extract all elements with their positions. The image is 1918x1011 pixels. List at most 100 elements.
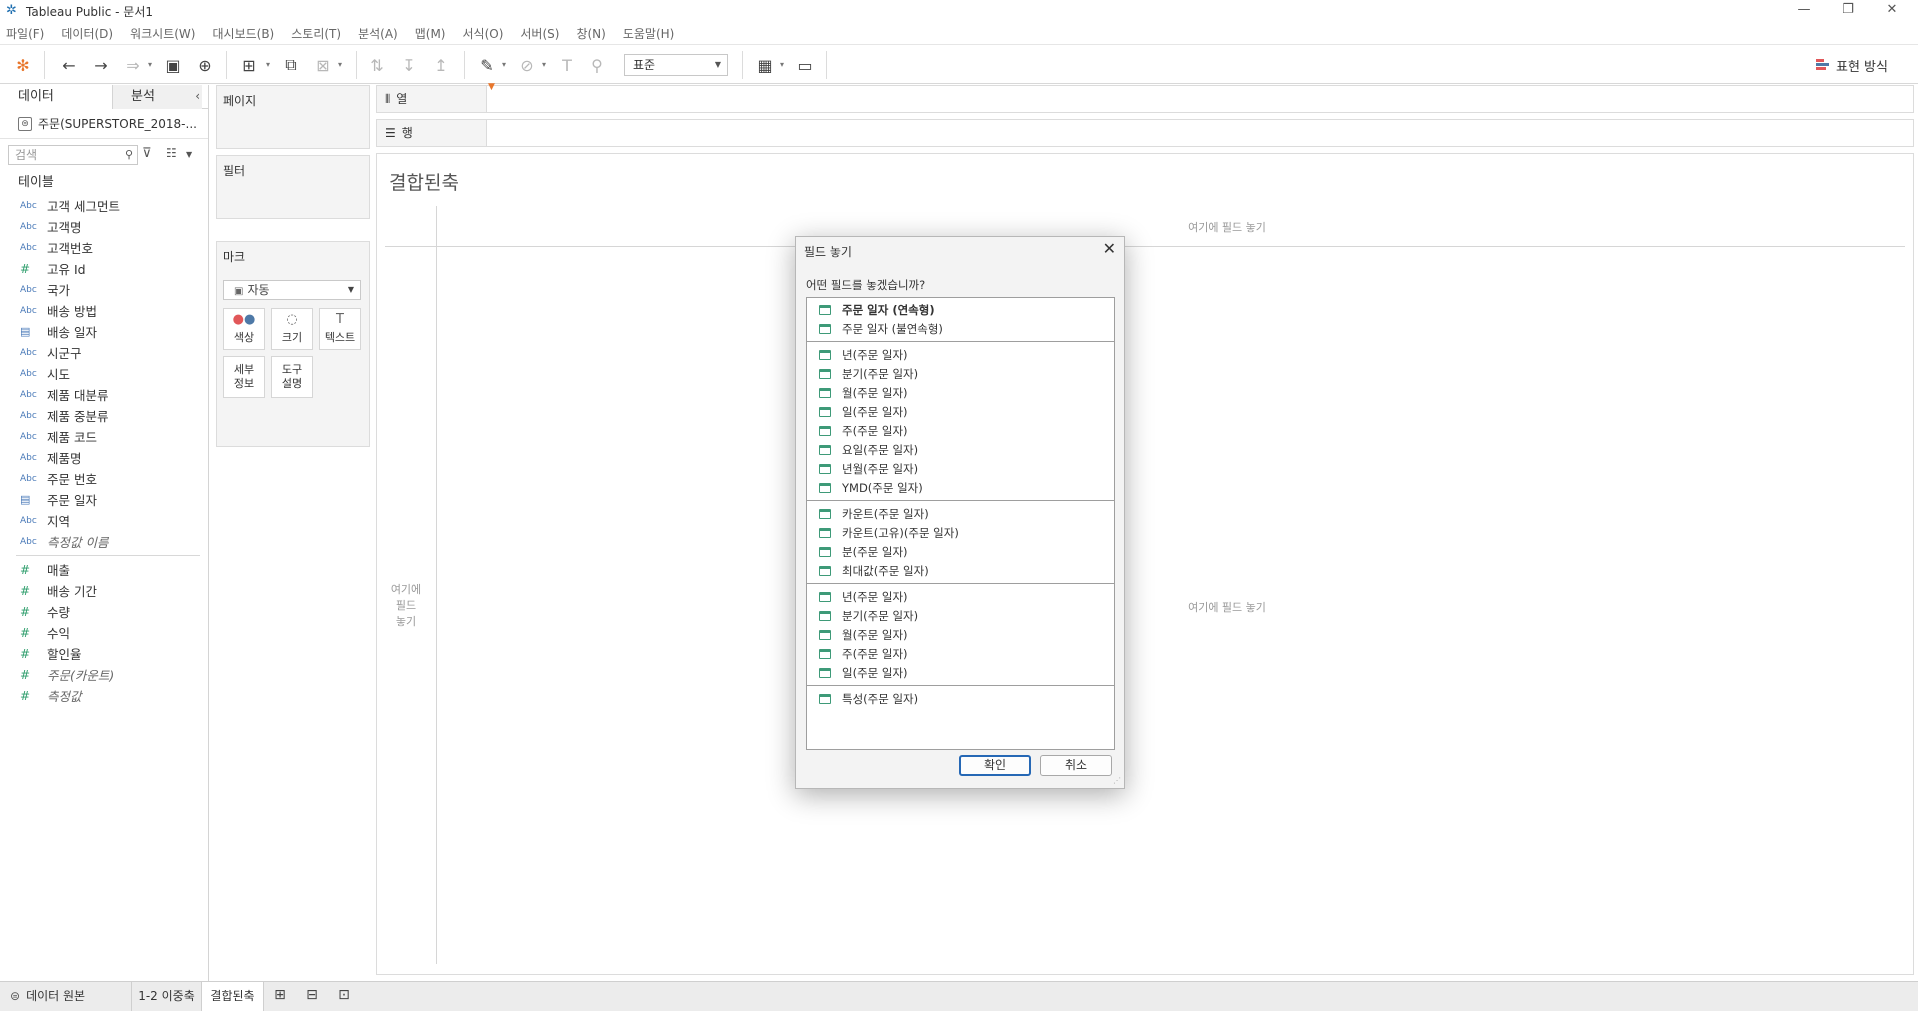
list-view-icon[interactable]: ☷ [166,146,177,160]
menu-worksheet[interactable]: 워크시트(W) [130,25,195,42]
resize-grip-icon[interactable]: ⋰ [1113,776,1121,785]
field-item[interactable]: Abc 측정값 이름 [0,531,208,552]
field-option[interactable]: 분(주문 일자) [807,542,1114,561]
text-button[interactable]: T 텍스트 [319,308,361,350]
field-item[interactable]: Abc 고객번호 [0,237,208,258]
new-story-icon[interactable]: ⊡ [334,987,354,1005]
worksheet-view[interactable]: 결합된축 여기에 필드 놓기 여기에 필드 놓기 여기에 필드 놓기 [376,153,1914,975]
datasource-item[interactable]: ⊜ 주문(SUPERSTORE_2018-... [0,109,208,139]
tab-sheet-dual-axis[interactable]: 1-2 이중축 [132,982,202,1011]
fix-axes-icon[interactable]: ⚲ [584,52,610,78]
field-item[interactable]: Abc 고객명 [0,216,208,237]
highlight-icon[interactable]: ✎ [474,52,500,78]
field-option[interactable]: 일(주문 일자) [807,663,1114,682]
field-item[interactable]: Abc 지역 [0,510,208,531]
field-option[interactable]: 년(주문 일자) [807,587,1114,606]
field-item[interactable]: Abc 시군구 [0,342,208,363]
duplicate-sheet-icon[interactable]: ⧉ [278,52,304,78]
menu-analysis[interactable]: 분석(A) [358,25,398,42]
detail-button[interactable]: 세부 정보 [223,356,265,398]
field-item[interactable]: Abc 제품 코드 [0,426,208,447]
tab-data-source[interactable]: ⊜ 데이터 원본 [0,982,132,1011]
menu-map[interactable]: 맵(M) [415,25,446,42]
menu-window[interactable]: 창(N) [576,25,605,42]
save-icon[interactable]: ▣ [160,52,186,78]
field-option[interactable]: 일(주문 일자) [807,402,1114,421]
fit-select[interactable]: 표준 ▼ [624,54,728,76]
clear-sheet-icon[interactable]: ⊠ [310,52,336,78]
menu-help[interactable]: 도움말(H) [623,25,675,42]
menu-dashboard[interactable]: 대시보드(B) [212,25,274,42]
new-dashboard-icon[interactable]: ⊟ [302,987,322,1005]
field-option[interactable]: 주문 일자 (불연속형) [807,319,1114,338]
tableau-home-icon[interactable]: ✻ [10,52,36,78]
field-item[interactable]: # 수량 [0,601,208,622]
undo-icon[interactable]: ← [56,52,82,78]
close-window-button[interactable]: ✕ [1870,0,1914,22]
mark-type-select[interactable]: ▣ 자동 ▼ [223,280,361,300]
new-datasource-icon[interactable]: ⊕ [192,52,218,78]
menu-file[interactable]: 파일(F) [6,25,44,42]
color-button[interactable]: ●● 색상 [223,308,265,350]
field-option[interactable]: 최대값(주문 일자) [807,561,1114,580]
field-item[interactable]: # 배송 기간 [0,580,208,601]
show-me-button[interactable]: 표현 방식 [1816,54,1888,76]
tab-sheet-combined-axis[interactable]: 결합된축 [202,982,264,1011]
field-option[interactable]: 월(주문 일자) [807,625,1114,644]
filters-card[interactable]: 필터 [216,155,370,219]
field-item[interactable]: # 측정값 [0,685,208,706]
field-option[interactable]: YMD(주문 일자) [807,478,1114,497]
size-button[interactable]: ◌ 크기 [271,308,313,350]
replay-icon[interactable]: ⇒ [120,52,146,78]
field-item[interactable]: Abc 제품 중분류 [0,405,208,426]
filter-icon[interactable]: ⊽ [142,146,152,161]
field-option[interactable]: 년월(주문 일자) [807,459,1114,478]
tab-data[interactable]: 데이터 [0,85,112,109]
field-option[interactable]: 특성(주문 일자) [807,689,1114,708]
redo-icon[interactable]: → [88,52,114,78]
swap-rows-columns-icon[interactable]: ⇅ [364,52,390,78]
field-item[interactable]: Abc 시도 [0,363,208,384]
presentation-mode-icon[interactable]: ▭ [792,52,818,78]
field-item[interactable]: ▤ 배송 일자 [0,321,208,342]
sheet-title[interactable]: 결합된축 [389,168,459,195]
field-option[interactable]: 요일(주문 일자) [807,440,1114,459]
group-members-icon[interactable]: ⊘ [514,52,540,78]
field-item[interactable]: Abc 제품 대분류 [0,384,208,405]
search-input[interactable]: 검색 ⚲ [8,145,138,165]
field-option[interactable]: 주(주문 일자) [807,421,1114,440]
field-item[interactable]: # 고유 Id [0,258,208,279]
tab-analysis[interactable]: 분석 [112,85,202,109]
menu-story[interactable]: 스토리(T) [291,25,341,42]
field-item[interactable]: # 할인율 [0,643,208,664]
sort-descending-icon[interactable]: ↥ [428,52,454,78]
columns-drop-area[interactable] [487,86,1913,112]
chevron-down-icon[interactable]: ▼ [186,150,192,159]
field-item[interactable]: Abc 배송 방법 [0,300,208,321]
new-worksheet-icon[interactable]: ⊞ [270,987,290,1005]
menu-server[interactable]: 서버(S) [520,25,559,42]
field-item[interactable]: # 수익 [0,622,208,643]
drop-field-top-hint[interactable]: 여기에 필드 놓기 [1127,219,1327,235]
field-option[interactable]: 분기(주문 일자) [807,606,1114,625]
minimize-button[interactable]: — [1782,0,1826,22]
field-option[interactable]: 주문 일자 (연속형) [807,300,1114,319]
menu-format[interactable]: 서식(O) [463,25,504,42]
field-option[interactable]: 분기(주문 일자) [807,364,1114,383]
close-icon[interactable]: ✕ [1103,239,1116,258]
tooltip-button[interactable]: 도구 설명 [271,356,313,398]
rows-drop-area[interactable] [487,120,1913,146]
field-item[interactable]: Abc 주문 번호 [0,468,208,489]
field-option[interactable]: 월(주문 일자) [807,383,1114,402]
ok-button[interactable]: 확인 [959,755,1031,776]
field-option[interactable]: 주(주문 일자) [807,644,1114,663]
field-item[interactable]: Abc 고객 세그먼트 [0,195,208,216]
field-item[interactable]: # 매출 [0,559,208,580]
cancel-button[interactable]: 취소 [1040,755,1112,776]
field-item[interactable]: ▤ 주문 일자 [0,489,208,510]
field-option[interactable]: 카운트(고유)(주문 일자) [807,523,1114,542]
drop-field-left-hint[interactable]: 여기에 필드 놓기 [381,582,431,630]
field-item[interactable]: Abc 국가 [0,279,208,300]
menu-data[interactable]: 데이터(D) [61,25,113,42]
new-worksheet-icon[interactable]: ⊞ [236,52,262,78]
